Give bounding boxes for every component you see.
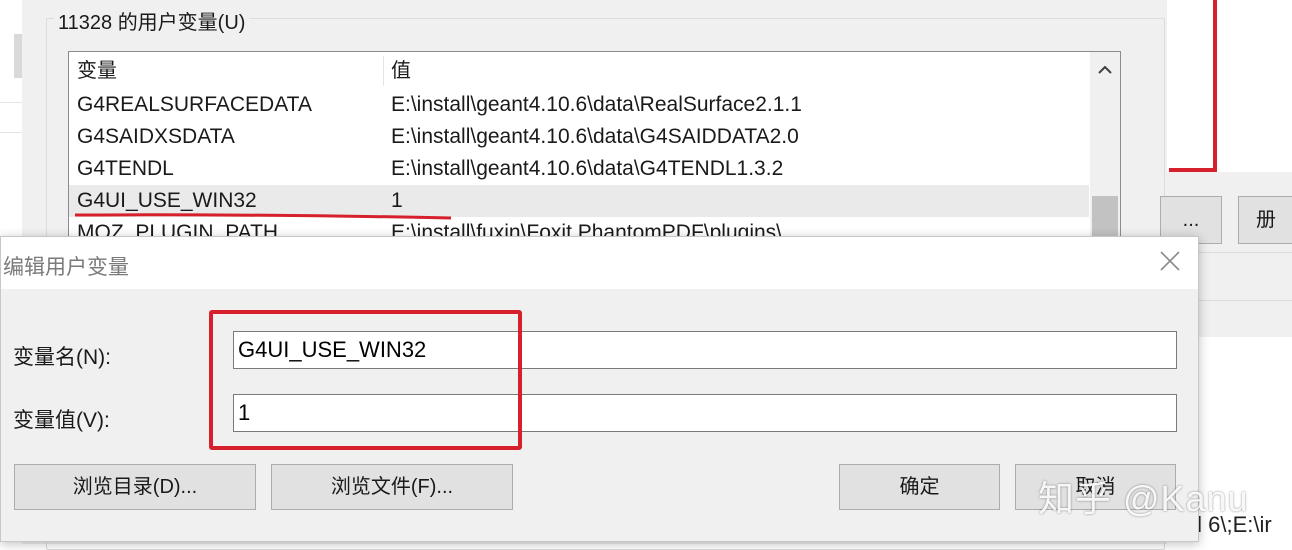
close-icon[interactable] — [1156, 249, 1184, 277]
browse-directory-button[interactable]: 浏览目录(D)... — [14, 464, 256, 510]
browse-file-button[interactable]: 浏览文件(F)... — [271, 464, 513, 510]
variable-name: G4REALSURFACEDATA — [77, 93, 312, 116]
edit-user-variable-dialog: 编辑用户变量 变量名(N): G4UI_USE_WIN32 变量值(V): 1 … — [0, 236, 1199, 542]
divider — [0, 132, 22, 133]
dialog-titlebar[interactable]: 编辑用户变量 — [1, 237, 1198, 289]
table-row[interactable]: G4TENDL E:\install\geant4.10.6\data\G4TE… — [69, 153, 1089, 185]
column-header-value[interactable]: 值 — [383, 52, 411, 88]
variable-name: G4SAIDXSDATA — [77, 125, 235, 148]
variable-value-label: 变量值(V): — [13, 409, 110, 432]
variable-value: E:\install\geant4.10.6\data\G4SAIDDATA2.… — [391, 125, 799, 148]
ok-button[interactable]: 确定 — [839, 464, 1000, 510]
table-row[interactable]: G4REALSURFACEDATA E:\install\geant4.10.6… — [69, 89, 1089, 121]
user-variables-list[interactable]: 变量 值 G4REALSURFACEDATA E:\install\geant4… — [68, 51, 1121, 253]
chevron-up-icon[interactable] — [1090, 56, 1120, 86]
list-scrollbar[interactable] — [1090, 52, 1120, 252]
variable-value: E:\install\geant4.10.6\data\G4TENDL1.3.2 — [391, 157, 784, 180]
dialog-title: 编辑用户变量 — [3, 256, 129, 279]
divider — [0, 102, 22, 103]
left-edge-tab — [14, 34, 22, 78]
column-header-name[interactable]: 变量 — [69, 52, 117, 88]
watermark: 知乎 @Kanu — [1038, 478, 1249, 519]
delete-button[interactable]: 册 — [1238, 196, 1292, 244]
variable-value: E:\install\geant4.10.6\data\RealSurface2… — [391, 93, 802, 116]
variable-name: G4TENDL — [77, 157, 174, 180]
red-underline-annotation — [74, 213, 452, 220]
table-row[interactable]: G4SAIDXSDATA E:\install\geant4.10.6\data… — [69, 121, 1089, 153]
list-header: 变量 值 — [69, 52, 1089, 88]
user-variables-group-title: 11328 的用户变量(U) — [54, 6, 250, 35]
variable-name-label: 变量名(N): — [13, 346, 111, 369]
red-frame-annotation — [1169, 0, 1217, 172]
red-highlight-box — [209, 310, 522, 450]
